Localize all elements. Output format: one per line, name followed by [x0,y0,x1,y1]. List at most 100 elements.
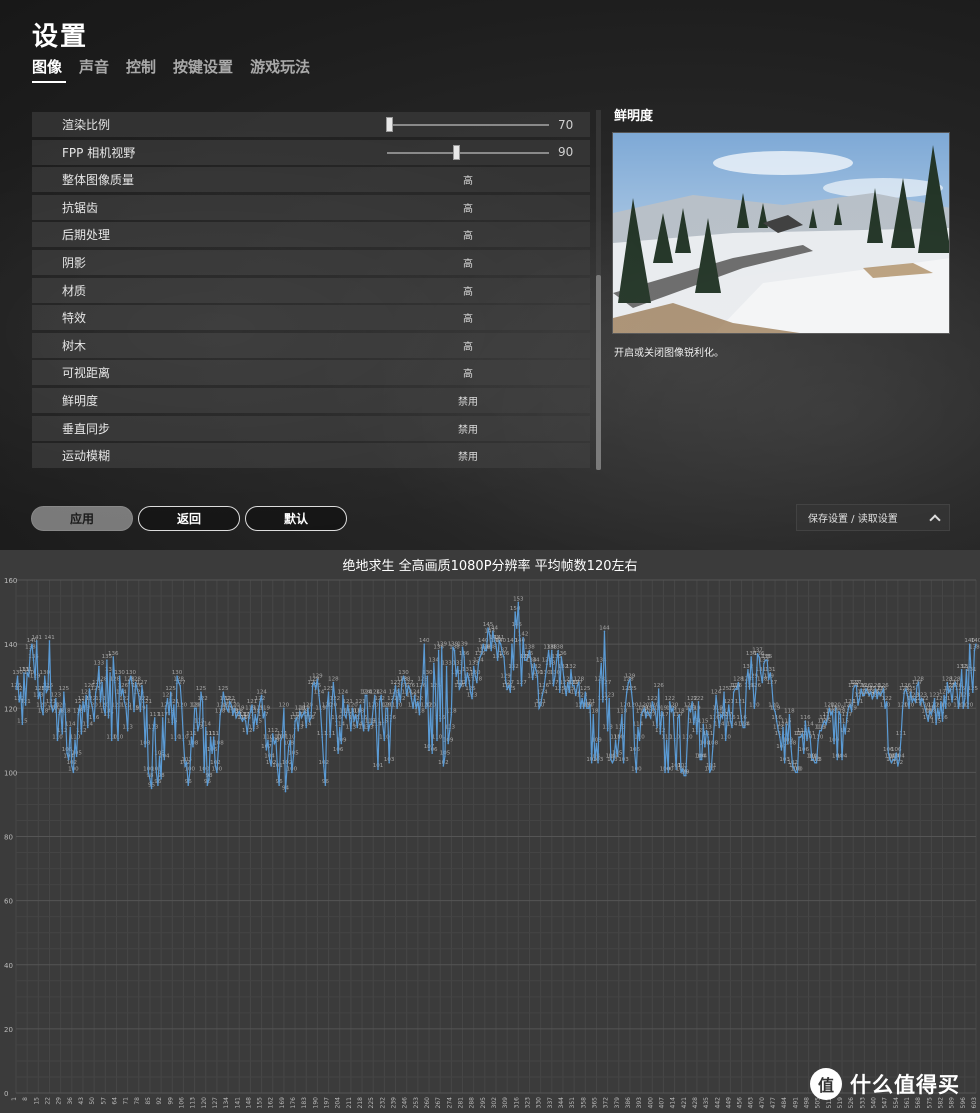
data-point [468,678,470,681]
data-point [149,777,151,780]
data-point [763,662,765,665]
data-point [364,694,367,697]
data-point [444,755,446,758]
x-tick-label: 400 [647,1097,654,1109]
data-point [831,710,834,713]
data-point [66,752,68,754]
data-point [42,713,44,716]
data-point [460,685,462,687]
data-label: 120 [425,702,436,708]
settings-scrollbar[interactable] [596,110,601,470]
setting-value[interactable]: 高 [463,172,473,187]
data-point [374,694,376,697]
data-point [265,749,268,751]
setting-row[interactable]: 特效 高 [32,305,590,331]
data-point [268,758,271,761]
data-point [624,707,626,710]
data-point [767,678,770,681]
slider-thumb[interactable] [452,144,460,160]
setting-row[interactable]: 后期处理 高 [32,222,590,248]
data-point [672,707,674,710]
x-tick-label: 267 [435,1097,442,1109]
data-point [313,681,316,684]
setting-value[interactable]: 禁用 [458,421,478,436]
slider-track[interactable] [387,124,549,126]
data-point [755,688,757,690]
setting-label: 树木 [62,338,87,353]
tab-audio[interactable]: 声音 [79,56,109,83]
setting-row[interactable]: 阴影 高 [32,249,590,275]
data-point [216,771,218,774]
data-point [34,678,36,681]
setting-row[interactable]: FPP 相机视野 90 [32,139,590,165]
data-point [954,681,957,684]
slider-thumb[interactable] [386,117,393,132]
data-point [378,701,381,703]
data-label: 119 [770,705,781,711]
back-button[interactable]: 返回 [138,506,240,531]
save-load-settings-button[interactable]: 保存设置 / 读取设置 [796,504,950,531]
setting-value[interactable]: 高 [463,365,473,380]
data-point [605,685,607,687]
apply-button[interactable]: 应用 [31,506,133,531]
setting-row[interactable]: 鲜明度 禁用 [32,387,590,413]
setting-value[interactable]: 高 [463,227,473,242]
data-point [581,697,583,700]
data-point [774,710,776,713]
setting-row[interactable]: 垂直同步 禁用 [32,415,590,441]
data-point [185,761,188,764]
slider-track[interactable] [387,151,549,154]
data-point [611,761,614,764]
data-point [694,710,697,713]
x-tick-label: 1 [11,1097,18,1101]
data-point [153,717,156,719]
data-point [863,694,866,697]
x-tick-label: 148 [245,1097,252,1109]
setting-row[interactable]: 树木 高 [32,332,590,358]
setting-value[interactable]: 高 [463,200,473,215]
data-point [909,691,912,694]
data-point [128,681,131,684]
data-point [303,710,306,713]
data-point [683,774,685,777]
tab-graphics[interactable]: 图像 [32,56,67,83]
setting-row[interactable]: 整体图像质量 高 [32,167,590,193]
data-point [887,752,890,754]
setting-row[interactable]: 抗锯齿 高 [32,194,590,220]
setting-row[interactable]: 渲染比例 70 [32,112,590,137]
setting-value[interactable]: 高 [463,255,473,270]
x-tick-label: 71 [123,1097,130,1105]
data-point [109,672,111,674]
data-point [790,745,792,748]
data-label: 118 [674,709,685,715]
setting-value[interactable]: 高 [463,338,473,353]
tab-gameplay[interactable]: 游戏玩法 [250,56,310,83]
y-tick-label: 0 [4,1090,8,1098]
data-point [464,685,467,687]
data-point [841,758,843,761]
data-point [498,640,500,642]
data-point [600,662,603,665]
setting-row[interactable]: 材质 高 [32,277,590,303]
data-point [925,713,928,716]
watermark: 值 什么值得买 [810,1068,960,1100]
data-point [850,710,853,713]
data-label: 123 [604,693,615,699]
setting-value[interactable]: 高 [463,310,473,325]
setting-value[interactable]: 禁用 [458,448,478,463]
setting-value[interactable]: 禁用 [458,393,478,408]
setting-value[interactable]: 高 [463,283,473,298]
data-point [689,710,692,713]
setting-row[interactable]: 可视距离 高 [32,360,590,386]
setting-row[interactable]: 运动模糊 禁用 [32,443,590,469]
data-point [944,707,947,710]
scrollbar-thumb[interactable] [596,275,601,470]
data-point [469,691,472,694]
tab-control[interactable]: 控制 [126,56,156,83]
data-point [187,784,190,786]
x-tick-label: 22 [44,1097,51,1105]
tab-keybindings[interactable]: 按键设置 [173,56,233,83]
data-point [98,665,100,668]
default-button[interactable]: 默认 [245,506,347,531]
data-point [51,710,54,713]
